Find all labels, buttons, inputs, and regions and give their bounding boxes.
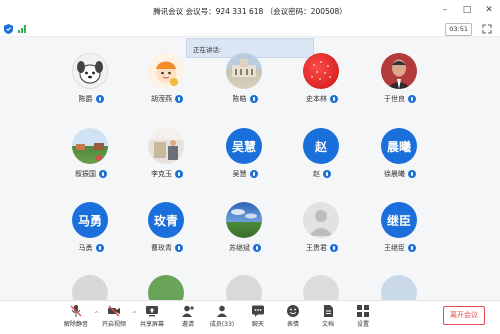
participant-tile[interactable]: 赵 赵 (284, 128, 360, 194)
leave-meeting-button[interactable]: 离开会议 (443, 306, 485, 325)
participant-tile[interactable]: 陈爵 (53, 53, 129, 119)
participant-tile[interactable]: 马勇 马勇 (53, 202, 129, 268)
title-bar: 腾讯会议 会议号：924 331 618 （会议密码：200508） – □ ✕ (0, 0, 500, 23)
participant-name: 于世良 (384, 95, 405, 103)
participant-tile[interactable]: 玫青 曹玫青 (129, 202, 205, 268)
avatar: 马勇 (72, 202, 108, 238)
mic-icon (175, 170, 183, 178)
participant-name: 叙振国 (75, 170, 96, 178)
meeting-timer: 03:51 (445, 23, 472, 36)
fullscreen-icon[interactable] (482, 24, 492, 34)
mic-icon (249, 170, 258, 178)
avatar (72, 53, 108, 89)
signal-icon[interactable] (18, 25, 26, 33)
mic-icon (95, 244, 104, 252)
unmute-button[interactable]: 解除静音 (56, 303, 96, 333)
avatar (226, 53, 262, 89)
chat-icon (252, 305, 264, 317)
mic-icon (408, 244, 416, 252)
avatar: 吴慧 (226, 128, 262, 164)
participant-name: 赵 (313, 170, 320, 178)
participant-name: 王继臣 (384, 244, 405, 252)
participant-name: 史本林 (306, 95, 327, 103)
participant-tile[interactable]: 于世良 (362, 53, 438, 119)
avatar: 继臣 (381, 202, 417, 238)
documents-button[interactable]: 文档 (308, 303, 348, 333)
window-title: 腾讯会议 会议号：924 331 618 （会议密码：200508） (153, 6, 347, 16)
camera-off-icon (108, 305, 120, 317)
participant-name: 陈爵 (78, 95, 93, 103)
participant-name: 曹玫青 (151, 244, 172, 252)
mic-icon (330, 95, 338, 103)
participant-name: 徐晨曦 (384, 170, 405, 178)
avatar (303, 53, 339, 89)
avatar: 赵 (303, 128, 339, 164)
avatar (381, 53, 417, 89)
avatar: 玫青 (148, 202, 184, 238)
participant-tile[interactable]: 王贵君 (284, 202, 360, 268)
share-screen-icon (146, 306, 158, 317)
members-button[interactable]: 成员(33) (202, 303, 242, 333)
participant-tile[interactable]: 叙振国 (53, 128, 129, 194)
shield-icon[interactable] (4, 24, 13, 34)
mic-icon (408, 170, 416, 178)
participant-name: 苏继斌 (229, 244, 250, 252)
participant-tile[interactable]: 胡滢燕 (129, 53, 205, 119)
share-screen-button[interactable]: 共享屏幕 (132, 303, 172, 333)
mic-icon (99, 170, 107, 178)
participant-tile[interactable]: 吴慧 吴慧 (207, 128, 283, 194)
participant-tile[interactable]: 晨曦 徐晨曦 (362, 128, 438, 194)
participant-tile[interactable]: 陈皓 (207, 53, 283, 119)
avatar (226, 202, 262, 238)
mic-icon (330, 244, 338, 252)
minimize-button[interactable]: – (440, 5, 450, 15)
participant-tile[interactable]: 李克玉 (129, 128, 205, 194)
smiley-icon (287, 305, 299, 317)
members-icon (217, 305, 227, 317)
mic-icon (249, 95, 258, 103)
settings-button[interactable]: 设置 (343, 303, 383, 333)
mic-icon (253, 244, 261, 252)
video-button[interactable]: 开启视频 (94, 303, 134, 333)
participant-name: 王贵君 (306, 244, 327, 252)
avatar (72, 128, 108, 164)
mic-icon (408, 95, 416, 103)
avatar (303, 202, 339, 238)
status-bar: 03:51 (0, 22, 500, 37)
invite-icon (182, 305, 194, 317)
maximize-button[interactable]: □ (462, 5, 472, 15)
participant-name: 李克玉 (151, 170, 172, 178)
avatar: 晨曦 (381, 128, 417, 164)
document-icon (324, 305, 333, 317)
participant-name: 胡滢燕 (151, 95, 172, 103)
avatar (148, 128, 184, 164)
avatar (148, 53, 184, 89)
window-controls: – □ ✕ (440, 5, 494, 15)
participant-tile[interactable]: 继臣 王继臣 (362, 202, 438, 268)
mic-icon (175, 244, 183, 252)
reactions-button[interactable]: 表情 (273, 303, 313, 333)
participant-name: 陈皓 (232, 95, 247, 103)
close-button[interactable]: ✕ (484, 5, 494, 15)
participant-name: 马勇 (78, 244, 93, 252)
mic-icon (95, 95, 104, 103)
meeting-toolbar: 解除静音 ^ 开启视频 ^ 共享屏幕 邀请 成员(33) 聊天 表情 文档 设置 (0, 300, 500, 334)
participant-tile[interactable]: 史本林 (284, 53, 360, 119)
participant-name: 吴慧 (232, 170, 247, 178)
grid-icon (357, 305, 369, 317)
mic-icon (175, 95, 183, 103)
participant-tile[interactable]: 苏继斌 (207, 202, 283, 268)
mic-icon (323, 170, 331, 178)
mic-muted-icon (70, 305, 82, 317)
chat-button[interactable]: 聊天 (238, 303, 278, 333)
